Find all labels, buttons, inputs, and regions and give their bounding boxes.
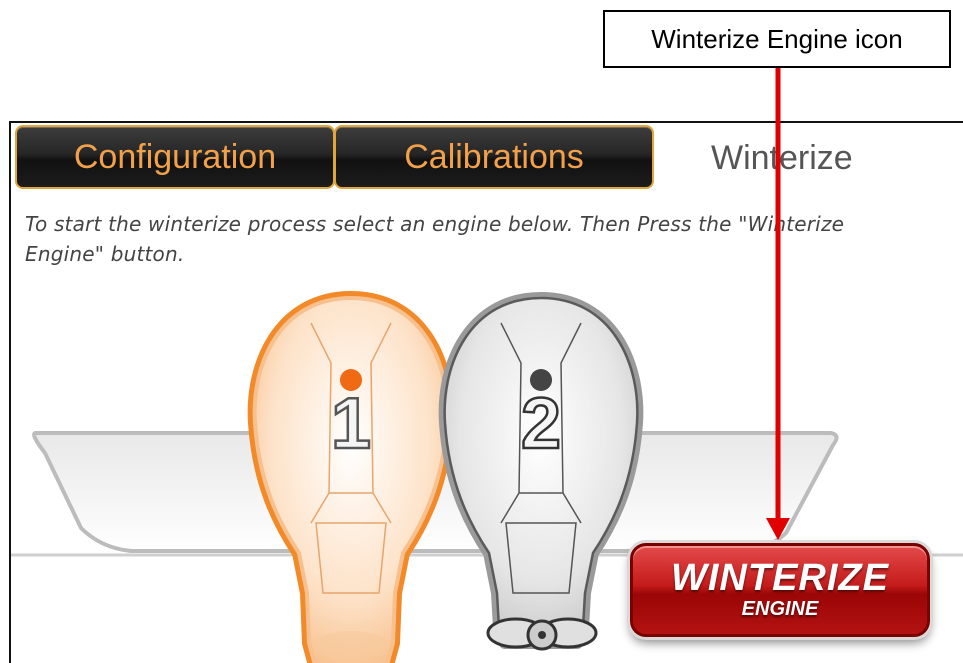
engine-1-number: 1 — [331, 384, 371, 464]
winterize-engine-button[interactable]: WINTERIZE ENGINE — [630, 543, 930, 637]
callout-label: Winterize Engine icon — [651, 23, 903, 54]
engine-1-outboard[interactable]: 1 — [247, 291, 455, 663]
engine-2-outboard[interactable]: 2 — [438, 292, 644, 651]
callout-box: Winterize Engine icon — [603, 10, 951, 68]
winterize-button-line2: ENGINE — [741, 598, 819, 620]
propeller-icon — [486, 617, 598, 651]
winterize-button-line1: WINTERIZE — [671, 557, 889, 599]
engine-2-number: 2 — [521, 384, 561, 464]
winterize-screen: Configuration Calibrations Winterize To … — [9, 121, 963, 663]
